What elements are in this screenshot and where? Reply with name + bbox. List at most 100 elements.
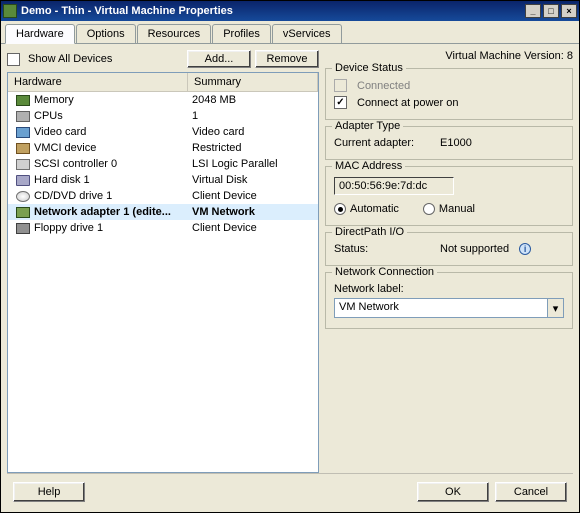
device-list: Hardware Summary Memory2048 MBCPUs1Video…	[7, 72, 319, 473]
help-button[interactable]: Help	[13, 482, 85, 502]
tab-profiles[interactable]: Profiles	[212, 24, 271, 43]
mac-manual-radio[interactable]	[423, 203, 435, 215]
device-summary: LSI Logic Parallel	[188, 157, 318, 171]
device-rows: Memory2048 MBCPUs1Video cardVideo cardVM…	[8, 92, 318, 472]
device-name: VMCI device	[34, 142, 96, 154]
device-icon	[16, 127, 30, 138]
device-summary: VM Network	[188, 205, 318, 219]
device-icon	[16, 191, 30, 202]
device-toolbar: Show All Devices Add... Remove	[7, 50, 319, 68]
minimize-button[interactable]: _	[525, 4, 541, 18]
legend-adapter-type: Adapter Type	[332, 120, 403, 132]
device-row[interactable]: Video card Video card	[8, 124, 318, 140]
device-name: Memory	[34, 94, 74, 106]
tab-hardware[interactable]: Hardware	[5, 24, 75, 44]
chevron-down-icon[interactable]: ▾	[547, 299, 563, 317]
device-row[interactable]: CD/DVD drive 1 Client Device	[8, 188, 318, 204]
device-name-cell: Floppy drive 1	[8, 221, 188, 235]
device-row[interactable]: Hard disk 1 Virtual Disk	[8, 172, 318, 188]
device-row[interactable]: Network adapter 1 (edite... VM Network	[8, 204, 318, 220]
device-name: Video card	[34, 126, 86, 138]
tab-strip: Hardware Options Resources Profiles vSer…	[1, 21, 579, 44]
device-name: Hard disk 1	[34, 174, 90, 186]
device-name-cell: Network adapter 1 (edite...	[8, 205, 188, 219]
mac-address-field: 00:50:56:9e:7d:dc	[334, 177, 454, 195]
group-mac-address: MAC Address 00:50:56:9e:7d:dc Automatic …	[325, 166, 573, 226]
maximize-button[interactable]: □	[543, 4, 559, 18]
device-summary: Virtual Disk	[188, 173, 318, 187]
device-icon	[16, 95, 30, 106]
connect-power-on-label: Connect at power on	[357, 97, 459, 109]
window: Demo - Thin - Virtual Machine Properties…	[0, 0, 580, 513]
titlebar: Demo - Thin - Virtual Machine Properties…	[1, 1, 579, 21]
directpath-status-label: Status:	[334, 243, 434, 255]
device-name-cell: Hard disk 1	[8, 173, 188, 187]
mac-manual-label: Manual	[439, 203, 475, 215]
device-icon	[16, 223, 30, 234]
device-name: SCSI controller 0	[34, 158, 117, 170]
mac-automatic-radio[interactable]	[334, 203, 346, 215]
legend-netconn: Network Connection	[332, 266, 437, 278]
content: Show All Devices Add... Remove Hardware …	[1, 44, 579, 512]
remove-button[interactable]: Remove	[255, 50, 319, 68]
main: Show All Devices Add... Remove Hardware …	[7, 50, 573, 473]
window-title: Demo - Thin - Virtual Machine Properties	[21, 5, 523, 17]
device-name: Network adapter 1 (edite...	[34, 206, 171, 218]
add-button[interactable]: Add...	[187, 50, 251, 68]
adapter-type-label: Current adapter:	[334, 137, 434, 149]
device-icon	[16, 111, 30, 122]
column-hardware[interactable]: Hardware	[8, 73, 188, 91]
info-icon[interactable]: i	[519, 243, 531, 255]
device-name-cell: VMCI device	[8, 141, 188, 155]
tab-resources[interactable]: Resources	[137, 24, 212, 43]
device-icon	[16, 175, 30, 186]
device-summary: Restricted	[188, 141, 318, 155]
tab-vservices[interactable]: vServices	[272, 24, 342, 43]
network-label-select[interactable]: VM Network ▾	[334, 298, 564, 318]
show-all-devices-label: Show All Devices	[28, 53, 112, 65]
group-adapter-type: Adapter Type Current adapter: E1000	[325, 126, 573, 160]
device-name-cell: Memory	[8, 93, 188, 107]
device-name: CPUs	[34, 110, 63, 122]
app-icon	[3, 4, 17, 18]
device-name-cell: Video card	[8, 125, 188, 139]
device-summary: Video card	[188, 125, 318, 139]
tab-options[interactable]: Options	[76, 24, 136, 43]
show-all-devices-checkbox[interactable]	[7, 53, 20, 66]
group-network-connection: Network Connection Network label: VM Net…	[325, 272, 573, 329]
connected-checkbox	[334, 79, 347, 92]
device-row[interactable]: CPUs1	[8, 108, 318, 124]
connected-label: Connected	[357, 80, 410, 92]
device-summary: Client Device	[188, 221, 318, 235]
legend-device-status: Device Status	[332, 62, 406, 74]
device-row[interactable]: Memory 2048 MB	[8, 92, 318, 108]
device-name: CD/DVD drive 1	[34, 190, 112, 202]
ok-button[interactable]: OK	[417, 482, 489, 502]
device-row[interactable]: Floppy drive 1 Client Device	[8, 220, 318, 236]
close-button[interactable]: ×	[561, 4, 577, 18]
group-directpath: DirectPath I/O Status: Not supported i	[325, 232, 573, 266]
adapter-type-value: E1000	[440, 137, 472, 149]
device-icon	[16, 143, 30, 154]
network-label-label: Network label:	[334, 283, 564, 295]
footer: Help OK Cancel	[7, 473, 573, 506]
legend-mac: MAC Address	[332, 160, 405, 172]
connect-power-on-checkbox[interactable]	[334, 96, 347, 109]
group-device-status: Device Status Connected Connect at power…	[325, 68, 573, 120]
column-summary[interactable]: Summary	[188, 73, 318, 91]
device-row[interactable]: SCSI controller 0 LSI Logic Parallel	[8, 156, 318, 172]
device-icon	[16, 207, 30, 218]
left-pane: Show All Devices Add... Remove Hardware …	[7, 50, 319, 473]
device-name-cell: CD/DVD drive 1	[8, 189, 188, 203]
mac-automatic-label: Automatic	[350, 203, 399, 215]
device-name-cell: SCSI controller 0	[8, 157, 188, 171]
cancel-button[interactable]: Cancel	[495, 482, 567, 502]
device-icon	[16, 159, 30, 170]
device-list-header: Hardware Summary	[8, 73, 318, 92]
device-summary: 2048 MB	[188, 93, 318, 107]
network-label-value: VM Network	[335, 299, 547, 317]
device-summary: Client Device	[188, 189, 318, 203]
device-name: Floppy drive 1	[34, 222, 103, 234]
legend-directpath: DirectPath I/O	[332, 226, 407, 238]
device-row[interactable]: VMCI device Restricted	[8, 140, 318, 156]
